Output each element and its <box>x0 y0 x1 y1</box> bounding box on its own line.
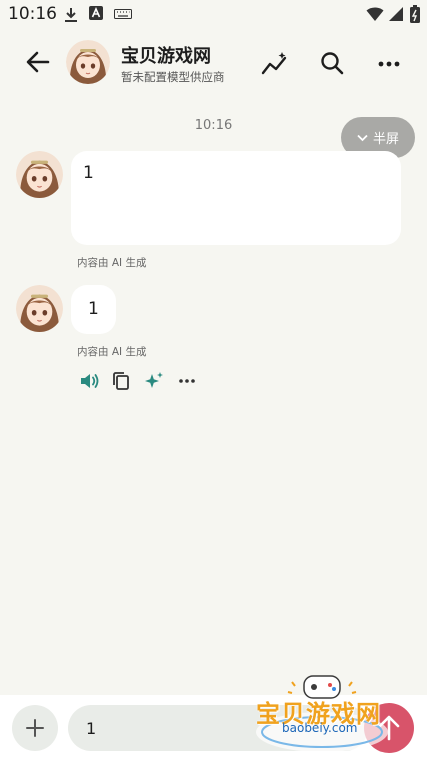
back-arrow-icon[interactable] <box>24 48 52 76</box>
status-time: 10:16 <box>8 4 57 24</box>
status-bar: 10:16 <box>0 0 427 30</box>
keyboard-icon <box>114 9 132 19</box>
bot-name: 宝贝游戏网 <box>121 46 211 67</box>
copy-icon[interactable] <box>110 370 132 392</box>
speaker-icon[interactable] <box>78 370 100 392</box>
download-icon <box>65 8 77 22</box>
search-icon[interactable] <box>318 50 346 78</box>
anime-girl-avatar-icon <box>16 285 63 332</box>
message-text: 1 <box>88 299 99 319</box>
app-a-icon <box>89 6 103 20</box>
anime-girl-avatar-icon <box>66 40 110 84</box>
bot-avatar[interactable] <box>66 40 110 84</box>
bot-subtitle: 暂未配置模型供应商 <box>121 70 225 84</box>
message-avatar[interactable] <box>16 151 63 198</box>
ai-generated-note: 内容由 AI 生成 <box>77 346 147 358</box>
watermark-url: baobeiy.com <box>282 721 358 735</box>
chevron-down-icon <box>357 134 368 141</box>
wifi-icon <box>366 7 384 21</box>
plus-icon <box>26 719 44 737</box>
more-options-icon[interactable] <box>176 370 198 392</box>
more-options-icon[interactable] <box>375 50 403 78</box>
message-avatar[interactable] <box>16 285 63 332</box>
message-bubble[interactable]: 1 <box>71 151 401 245</box>
battery-icon <box>410 5 420 23</box>
anime-girl-avatar-icon <box>16 151 63 198</box>
app-bar: 宝贝游戏网 暂未配置模型供应商 <box>0 36 427 88</box>
signal-icon <box>389 7 403 21</box>
message-bubble[interactable]: 1 <box>71 285 116 334</box>
trend-sparkle-icon[interactable] <box>261 50 289 78</box>
ai-generated-note: 内容由 AI 生成 <box>77 257 147 269</box>
add-attachment-button[interactable] <box>12 705 58 751</box>
sparkle-icon[interactable] <box>143 370 165 392</box>
half-screen-label: 半屏 <box>372 132 399 147</box>
message-text: 1 <box>83 163 94 183</box>
